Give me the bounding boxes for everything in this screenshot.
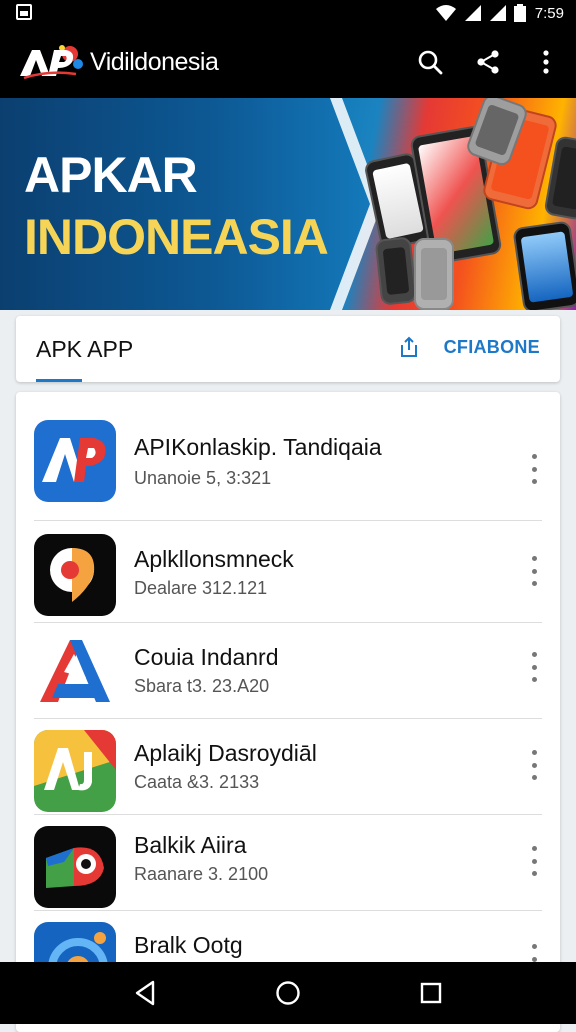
category-tab-card: APK APP CFIABONE [16,316,560,382]
share-upload-icon [400,336,417,357]
app-meta: Sbara t3. 23.A20 [134,676,270,696]
status-bar: 7:59 [0,0,576,26]
status-time: 7:59 [534,4,564,22]
item-more-icon[interactable] [524,556,544,586]
home-icon[interactable] [273,978,303,1008]
app-name: APIKonlaskip. Tandiqaia [134,434,382,460]
list-item[interactable]: Balkik Aiira Raanare 3. 2100 [16,822,560,918]
divider [34,718,542,719]
item-more-icon[interactable] [524,652,544,682]
signal-icon [489,5,506,21]
app-logo[interactable] [18,44,84,80]
app-meta: Caata &3. 2133 [134,772,260,792]
app-pin-icon [34,534,116,616]
wifi-icon [435,5,456,21]
divider [34,814,542,815]
app-title: Vidildonesia [90,48,219,76]
share-icon[interactable] [474,48,502,76]
promo-banner[interactable]: APKAR INDONEASIA [0,98,576,310]
list-item[interactable]: APIKonlaskip. Tandiqaia Unanoie 5, 3:321 [16,410,560,506]
search-icon[interactable] [416,48,444,76]
app-meta: Raanare 3. 2100 [134,864,269,884]
app-a-icon [34,632,116,714]
divider [34,520,542,521]
item-more-icon[interactable] [524,454,544,484]
phone-illustration [512,220,576,310]
app-name: Aplaikj Dasroydiāl [134,740,317,766]
app-list: APIKonlaskip. Tandiqaia Unanoie 5, 3:321… [16,392,560,1032]
app-aj-icon [34,730,116,812]
app-meta: Unanoie 5, 3:321 [134,468,272,488]
tab-apk-app[interactable]: APK APP [36,336,133,363]
notification-icon [16,4,32,20]
battery-icon [513,4,526,22]
app-eye-icon [34,826,116,908]
banner-title-line2: INDONEASIA [24,209,329,265]
signal-icon [464,5,481,21]
app-name: Balkik Aiira [134,832,247,858]
list-item[interactable]: Aplaikj Dasroydiāl Caata &3. 2133 [16,726,560,822]
app-ap-icon [34,420,116,502]
app-bar: Vidildonesia [0,26,576,98]
divider [34,910,542,911]
divider [34,622,542,623]
tab-action-button[interactable]: CFIABONE [398,336,540,358]
tab-action-label: CFIABONE [443,336,540,357]
app-name: Aplkllonsmneck [134,546,294,572]
banner-title-line1: APKAR [24,147,198,203]
item-more-icon[interactable] [524,846,544,876]
list-item[interactable]: Couia Indanrd Sbara t3. 23.A20 [16,628,560,724]
app-meta: Dealare 312.121 [134,578,268,598]
list-item[interactable]: Aplkllonsmneck Dealare 312.121 [16,528,560,624]
phone-illustration [414,238,454,310]
tab-indicator [36,379,82,382]
back-icon[interactable] [130,978,160,1008]
recents-icon[interactable] [416,978,446,1008]
phone-illustration [374,236,418,306]
app-name: Bralk Ootg [134,932,243,958]
system-nav-bar [0,962,576,1024]
banner-text-panel [0,98,370,310]
status-icons: 7:59 [435,3,564,23]
app-name: Couia Indanrd [134,644,279,670]
item-more-icon[interactable] [524,750,544,780]
more-vert-icon[interactable] [532,48,560,76]
